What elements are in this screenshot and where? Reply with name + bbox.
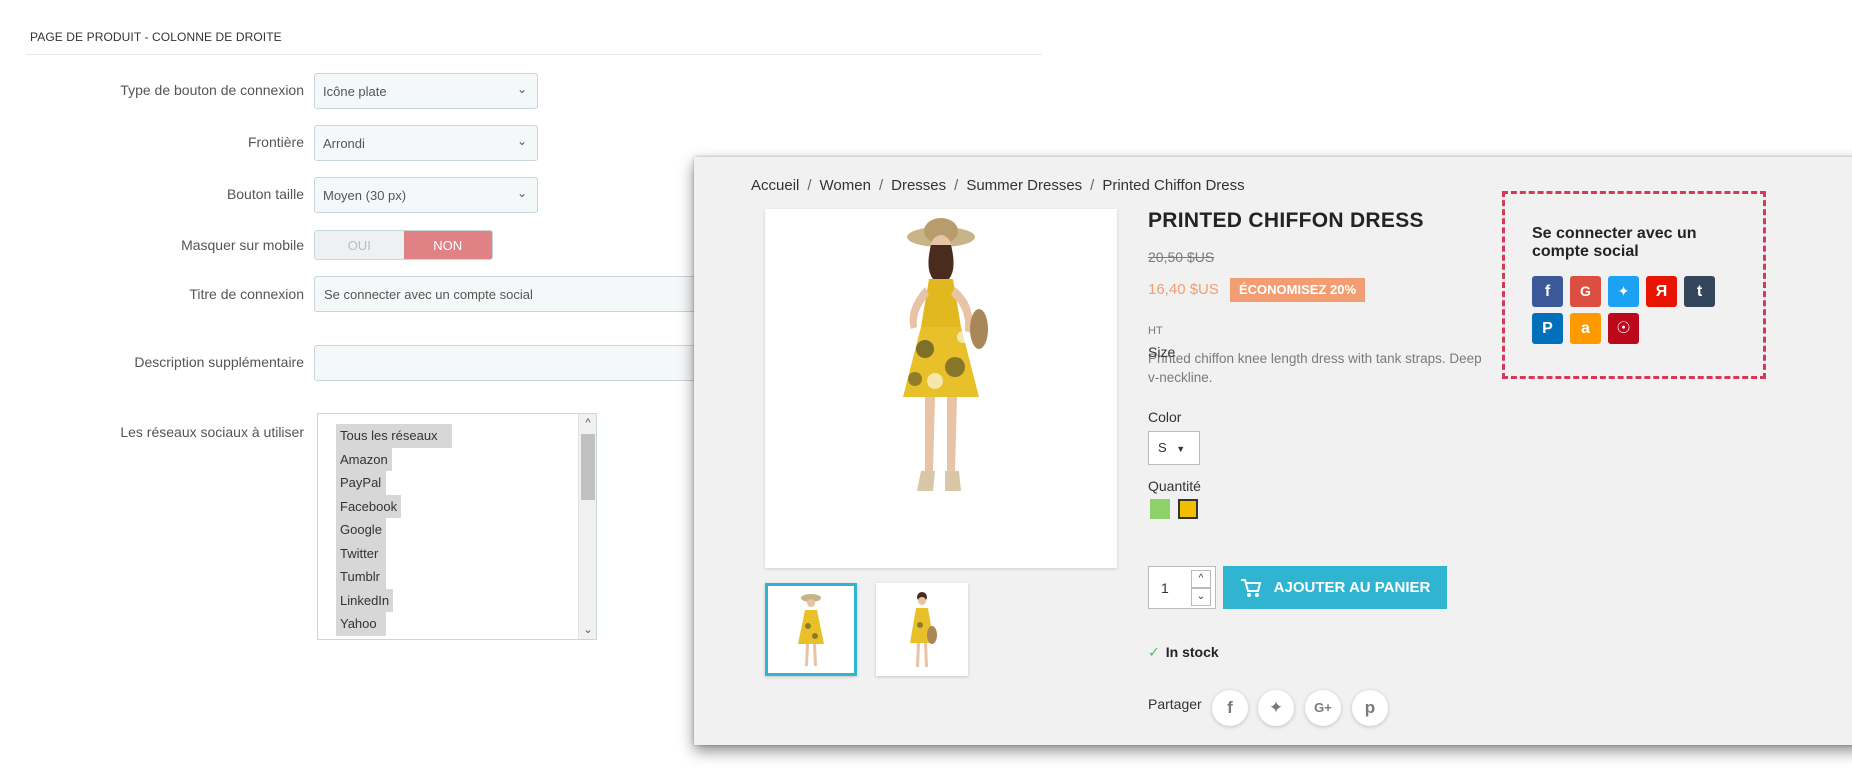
quantity-stepper[interactable]: 1 ^ ⌄ xyxy=(1148,566,1216,609)
product-thumbnail-1[interactable] xyxy=(765,583,857,676)
color-swatch-yellow[interactable] xyxy=(1178,499,1198,519)
section-divider xyxy=(26,54,1042,55)
stock-text: In stock xyxy=(1165,644,1219,660)
product-title: PRINTED CHIFFON DRESS xyxy=(1148,209,1424,232)
network-option-linkedin[interactable]: LinkedIn xyxy=(336,588,394,612)
google-plus-share-icon[interactable]: G+ xyxy=(1305,690,1341,726)
caret-down-icon: ▼ xyxy=(1176,444,1186,454)
breadcrumb: Accueil / Women / Dresses / Summer Dresses / Pri… xyxy=(751,177,1245,194)
border-select[interactable]: Arrondi ⌄ xyxy=(314,125,538,161)
facebook-login-icon[interactable]: f xyxy=(1532,276,1563,307)
add-to-cart-label: AJOUTER AU PANIER xyxy=(1273,579,1431,596)
extra-desc-label: Description supplémentaire xyxy=(134,354,304,370)
breadcrumb-women[interactable]: Women xyxy=(820,177,871,194)
extra-desc-input[interactable] xyxy=(314,345,714,381)
pinterest-share-icon[interactable]: p xyxy=(1352,690,1388,726)
product-main-image[interactable] xyxy=(765,209,1117,568)
section-title: PAGE DE PRODUIT - COLONNE DE DROITE xyxy=(30,30,282,44)
google-login-icon[interactable]: G xyxy=(1570,276,1601,307)
scroll-thumb[interactable] xyxy=(581,434,595,500)
facebook-share-icon[interactable]: f xyxy=(1212,690,1248,726)
networks-multiselect[interactable]: Tous les réseaux Amazon PayPal Facebook … xyxy=(317,413,597,640)
quantity-label: Quantité xyxy=(1148,478,1201,494)
chevron-down-icon: ⌄ xyxy=(516,82,527,96)
breadcrumb-summer-dresses[interactable]: Summer Dresses xyxy=(966,177,1082,194)
social-login-title: Se connecter avec un compte social xyxy=(1532,225,1697,260)
networks-list: Tous les réseaux Amazon PayPal Facebook … xyxy=(318,414,596,636)
network-option-twitter[interactable]: Twitter xyxy=(336,541,386,565)
pinterest-login-icon[interactable]: ☉ xyxy=(1608,313,1639,344)
check-icon: ✓ xyxy=(1148,644,1160,660)
paypal-login-icon[interactable]: P xyxy=(1532,313,1563,344)
chevron-up-icon[interactable]: ^ xyxy=(579,414,596,432)
tax-label: HT xyxy=(1148,325,1163,337)
network-option-facebook[interactable]: Facebook xyxy=(336,494,402,518)
hide-mobile-toggle[interactable]: OUI NON xyxy=(314,230,493,260)
breadcrumb-dresses[interactable]: Dresses xyxy=(891,177,946,194)
button-size-value: Moyen (30 px) xyxy=(323,188,407,203)
chevron-down-icon: ⌄ xyxy=(516,186,527,200)
network-option-paypal[interactable]: PayPal xyxy=(336,471,386,495)
stock-status: ✓ In stock xyxy=(1148,644,1219,661)
network-option-all[interactable]: Tous les réseaux xyxy=(336,424,452,448)
size-label: Size xyxy=(1148,344,1176,360)
toggle-yes[interactable]: OUI xyxy=(315,231,404,259)
color-swatch-green[interactable] xyxy=(1150,499,1170,519)
twitter-share-icon[interactable]: ✦ xyxy=(1258,690,1294,726)
discount-badge: ÉCONOMISEZ 20% xyxy=(1230,278,1366,302)
yandex-login-icon[interactable]: Я xyxy=(1646,276,1677,307)
chevron-down-icon[interactable]: ⌄ xyxy=(579,621,596,639)
toggle-no[interactable]: NON xyxy=(403,231,492,259)
dress-thumbnail-image xyxy=(798,594,824,666)
border-label: Frontière xyxy=(247,134,304,150)
network-option-amazon[interactable]: Amazon xyxy=(336,447,392,471)
regular-price: 20,50 $US xyxy=(1148,249,1215,265)
quantity-value: 1 xyxy=(1161,580,1169,596)
breadcrumb-home[interactable]: Accueil xyxy=(751,177,799,194)
border-value: Arrondi xyxy=(323,136,365,151)
quantity-up-icon[interactable]: ^ xyxy=(1191,570,1211,588)
amazon-login-icon[interactable]: a xyxy=(1570,313,1601,344)
twitter-login-icon[interactable]: ✦ xyxy=(1608,276,1639,307)
dress-thumbnail-image xyxy=(910,592,937,667)
button-size-select[interactable]: Moyen (30 px) ⌄ xyxy=(314,177,538,213)
color-label: Color xyxy=(1148,409,1182,425)
button-type-value: Icône plate xyxy=(323,84,387,99)
button-type-select[interactable]: Icône plate ⌄ xyxy=(314,73,538,109)
share-label: Partager xyxy=(1148,696,1202,712)
login-title-value: Se connecter avec un compte social xyxy=(324,287,533,302)
button-type-label: Type de bouton de connexion xyxy=(120,82,304,98)
networks-label: Les réseaux sociaux à utiliser xyxy=(120,424,304,440)
cart-icon xyxy=(1240,578,1261,597)
current-price: 16,40 $US xyxy=(1148,281,1219,298)
product-description: Printed chiffon knee length dress with t… xyxy=(1148,351,1482,385)
add-to-cart-button[interactable]: AJOUTER AU PANIER xyxy=(1223,566,1447,609)
dress-model-image xyxy=(903,218,988,491)
social-login-box: Se connecter avec un compte social f G ✦… xyxy=(1502,191,1766,379)
storefront-preview: Accueil / Women / Dresses / Summer Dresses / Pri… xyxy=(694,157,1852,745)
product-thumbnail-2[interactable] xyxy=(876,583,968,676)
network-option-google[interactable]: Google xyxy=(336,518,386,542)
tumblr-login-icon[interactable]: t xyxy=(1684,276,1715,307)
login-title-label: Titre de connexion xyxy=(189,286,304,302)
quantity-down-icon[interactable]: ⌄ xyxy=(1191,588,1211,606)
size-select[interactable]: S ▼ xyxy=(1148,431,1200,465)
listbox-scrollbar[interactable]: ^ ⌄ xyxy=(578,414,596,639)
size-value: S xyxy=(1158,440,1167,455)
breadcrumb-current: Printed Chiffon Dress xyxy=(1102,177,1245,194)
network-option-tumblr[interactable]: Tumblr xyxy=(336,565,386,589)
network-option-yahoo[interactable]: Yahoo xyxy=(336,612,386,636)
login-title-input[interactable]: Se connecter avec un compte social xyxy=(314,276,714,312)
chevron-down-icon: ⌄ xyxy=(516,134,527,148)
button-size-label: Bouton taille xyxy=(226,186,304,202)
hide-mobile-label: Masquer sur mobile xyxy=(181,237,304,253)
